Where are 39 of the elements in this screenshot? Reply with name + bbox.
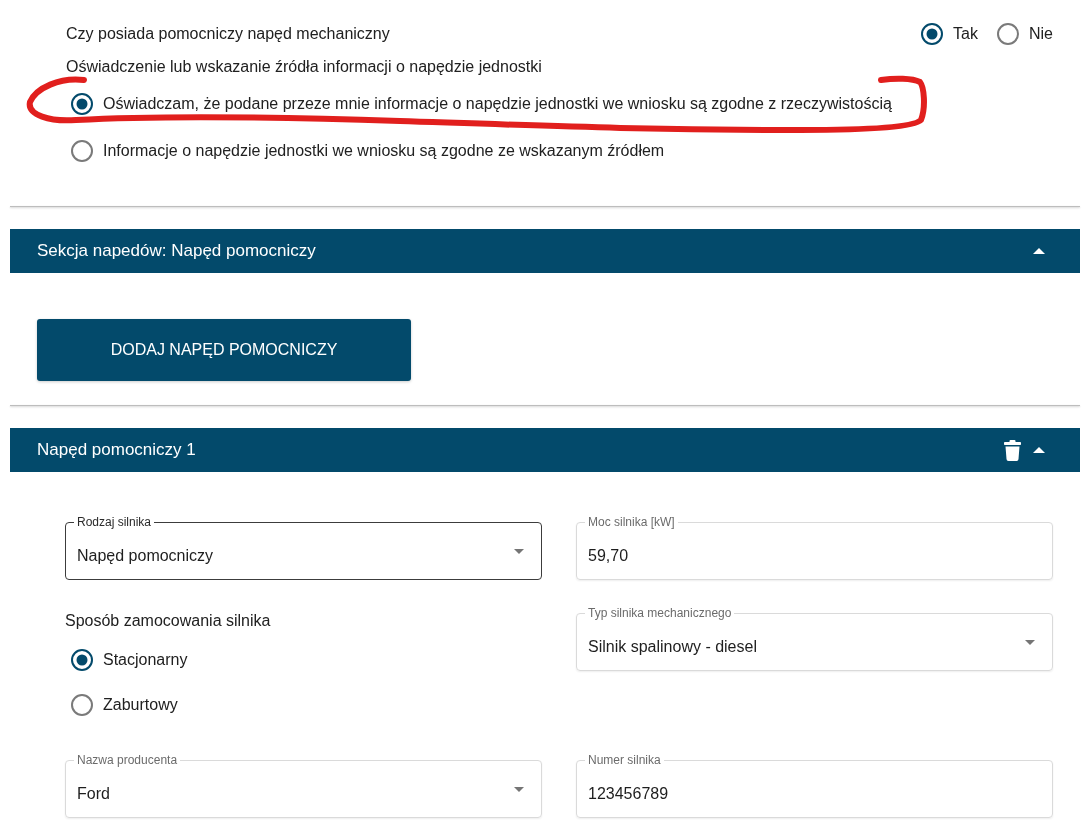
field-value: Silnik spalinowy - diesel xyxy=(588,637,757,657)
field-label: Typ silnika mechanicznego xyxy=(587,606,733,620)
section-title: Napęd pomocniczy 1 xyxy=(37,440,196,460)
select-field[interactable]: Rodzaj silnika Napęd pomocniczy xyxy=(65,515,542,580)
caret-up-icon[interactable] xyxy=(1033,248,1045,254)
select-field[interactable]: Nazwa producenta Ford xyxy=(65,753,542,818)
option-label[interactable]: Tak xyxy=(953,24,978,44)
option-label[interactable]: Zaburtowy xyxy=(103,694,178,715)
field-label: Nazwa producenta xyxy=(76,753,179,767)
radio-button[interactable] xyxy=(71,92,93,115)
select-field[interactable]: Typ silnika mechanicznego Silnik spalinowy - diesel xyxy=(576,606,1053,671)
radio-button[interactable] xyxy=(921,23,944,45)
dropdown-arrow-icon[interactable] xyxy=(514,786,524,792)
field-label: Rodzaj silnika xyxy=(76,515,153,529)
section-title: Sekcja napedów: Napęd pomocniczy xyxy=(37,241,316,261)
question-label: Oświadczenie lub wskazanie źródła informacji o napędzie jednostki xyxy=(66,57,542,77)
input-field[interactable]: Numer silnika 123456789 xyxy=(576,753,1053,818)
dropdown-arrow-icon[interactable] xyxy=(514,548,524,554)
trash-icon[interactable] xyxy=(1004,439,1021,461)
radio-button[interactable] xyxy=(997,23,1019,45)
field-label: Moc silnika [kW] xyxy=(587,515,676,529)
question-label: Czy posiada pomocniczy napęd mechaniczny xyxy=(66,24,390,44)
radio-button[interactable] xyxy=(71,648,93,671)
field-label: Numer silnika xyxy=(587,753,662,767)
field-value: Ford xyxy=(77,784,110,804)
dropdown-arrow-icon[interactable] xyxy=(1025,639,1035,645)
option-label[interactable]: Informacje o napędzie jednostki we wniosku są zgodne ze wskazanym źródłem xyxy=(103,140,665,161)
input-field[interactable]: Moc silnika [kW] 59,70 xyxy=(576,515,1053,580)
caret-up-icon[interactable] xyxy=(1033,447,1045,453)
field-value: Napęd pomocniczy xyxy=(77,546,214,566)
radio-button[interactable] xyxy=(71,693,93,716)
option-label[interactable]: Oświadczam, że podane przeze mnie informacje o napędzie jednostki we wniosku są zgodne z rzeczywistością xyxy=(103,93,892,114)
option-label[interactable]: Stacjonarny xyxy=(103,649,188,670)
field-value: 59,70 xyxy=(588,546,629,566)
add-drive-button[interactable]: DODAJ NAPĘD POMOCNICZY xyxy=(37,319,411,381)
group-label: Sposób zamocowania silnika xyxy=(65,611,271,631)
field-value: 123456789 xyxy=(588,784,669,804)
option-label[interactable]: Nie xyxy=(1029,24,1053,44)
radio-button[interactable] xyxy=(71,139,93,162)
